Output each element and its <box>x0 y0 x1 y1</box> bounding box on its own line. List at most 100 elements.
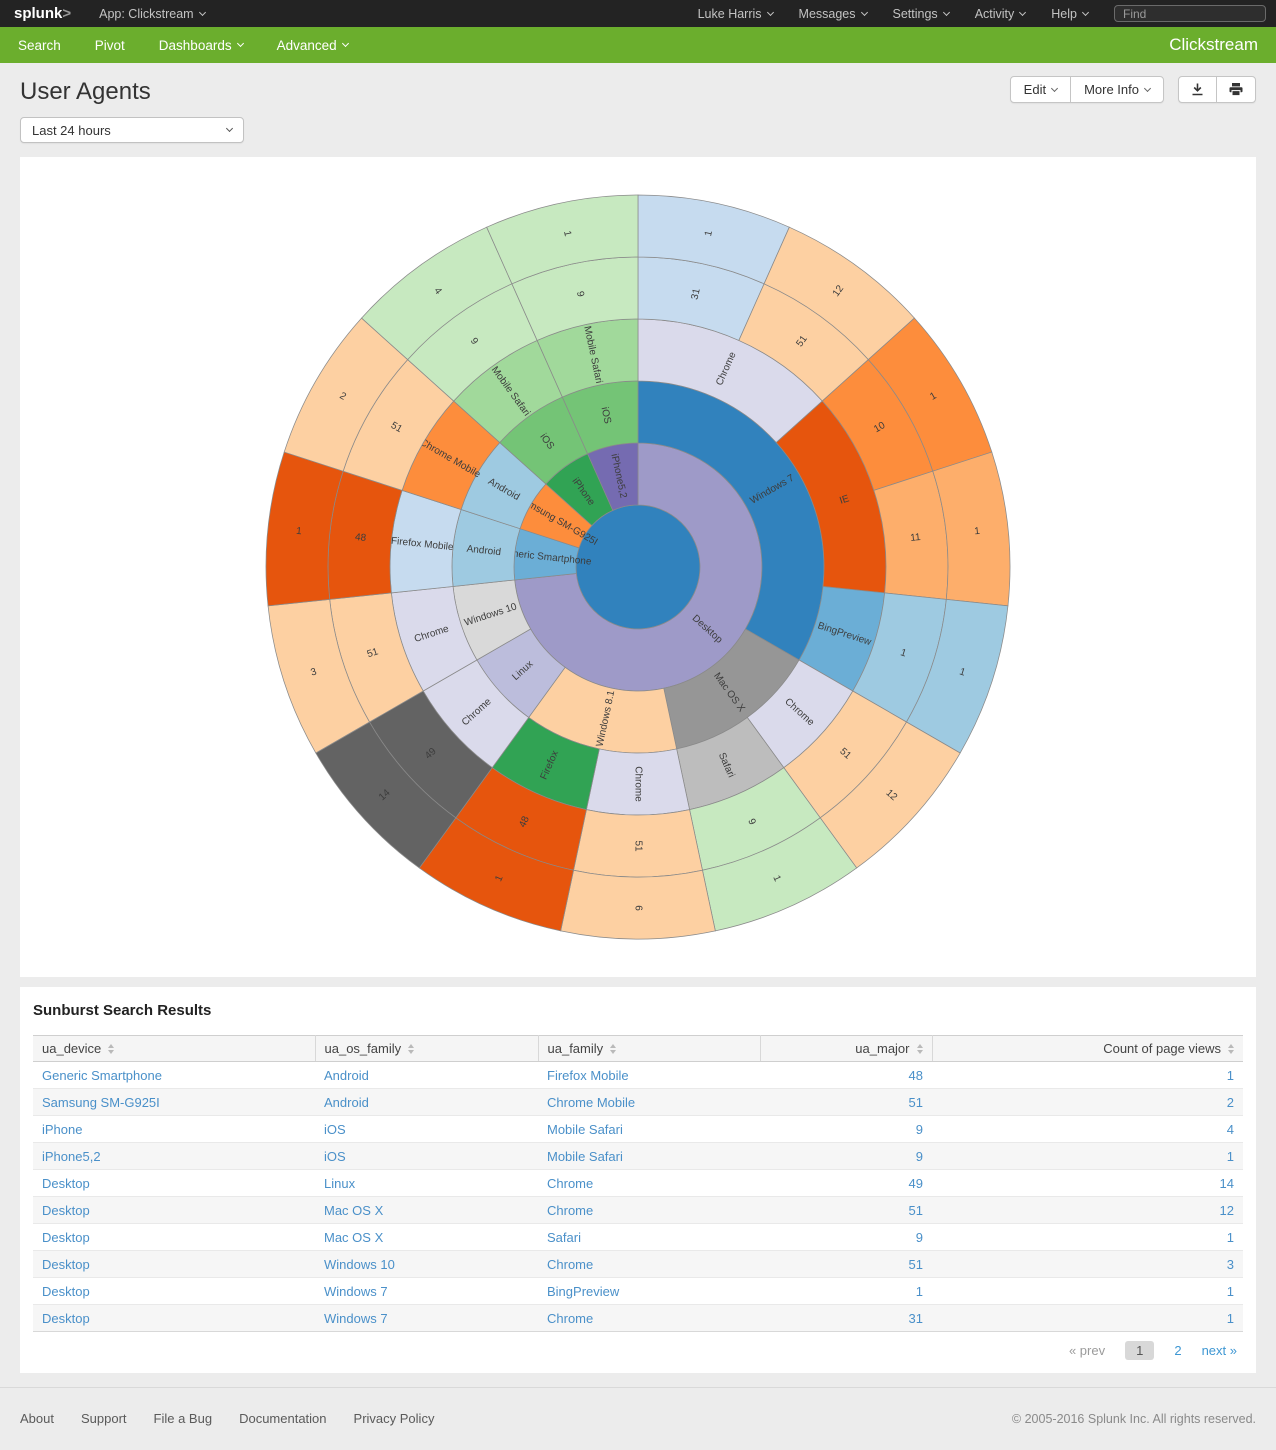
column-header-count[interactable]: Count of page views <box>932 1035 1243 1062</box>
column-header-ua-family[interactable]: ua_family <box>538 1035 761 1062</box>
table-cell-link[interactable]: Windows 7 <box>324 1311 388 1326</box>
table-cell-link[interactable]: 31 <box>909 1311 923 1326</box>
table-cell-link[interactable]: 1 <box>1227 1149 1234 1164</box>
table-cell: 1 <box>932 1304 1243 1332</box>
table-cell-link[interactable]: Chrome <box>547 1311 593 1326</box>
more-info-button[interactable]: More Info <box>1071 77 1163 102</box>
table-cell-link[interactable]: Desktop <box>42 1311 90 1326</box>
table-cell: Android <box>315 1061 538 1089</box>
table-cell: Mac OS X <box>315 1223 538 1251</box>
next-page-link[interactable]: next » <box>1202 1343 1237 1358</box>
current-page[interactable]: 1 <box>1125 1341 1155 1360</box>
footer-link-file-a-bug[interactable]: File a Bug <box>154 1411 213 1426</box>
nav-advanced[interactable]: Advanced <box>277 38 349 53</box>
help-menu[interactable]: Help <box>1051 7 1090 21</box>
nav-search[interactable]: Search <box>18 38 61 53</box>
column-header-ua-os-family[interactable]: ua_os_family <box>315 1035 539 1062</box>
table-cell-link[interactable]: 9 <box>916 1149 923 1164</box>
user-menu[interactable]: Luke Harris <box>698 7 774 21</box>
print-button[interactable] <box>1217 77 1255 102</box>
table-cell: iOS <box>315 1115 538 1143</box>
nav-pivot[interactable]: Pivot <box>95 38 125 53</box>
table-cell: Mobile Safari <box>538 1142 760 1170</box>
table-cell-link[interactable]: Mobile Safari <box>547 1122 623 1137</box>
table-cell: Chrome <box>538 1304 760 1332</box>
table-cell-link[interactable]: Desktop <box>42 1176 90 1191</box>
footer-link-about[interactable]: About <box>20 1411 54 1426</box>
page-2-link[interactable]: 2 <box>1174 1343 1181 1358</box>
table-cell-link[interactable]: 49 <box>909 1176 923 1191</box>
column-header-ua-device[interactable]: ua_device <box>33 1035 316 1062</box>
table-cell-link[interactable]: Windows 10 <box>324 1257 395 1272</box>
settings-menu[interactable]: Settings <box>893 7 950 21</box>
sunburst-root[interactable] <box>575 504 701 630</box>
table-cell-link[interactable]: 2 <box>1227 1095 1234 1110</box>
table-cell: Chrome Mobile <box>538 1088 760 1116</box>
table-cell: Desktop <box>33 1196 315 1224</box>
table-cell-link[interactable]: Chrome <box>547 1257 593 1272</box>
table-cell-link[interactable]: 1 <box>1227 1068 1234 1083</box>
footer-link-privacy-policy[interactable]: Privacy Policy <box>354 1411 435 1426</box>
table-cell-link[interactable]: 1 <box>1227 1311 1234 1326</box>
download-icon <box>1192 83 1203 96</box>
paginator: « prev 1 2 next » <box>33 1332 1243 1367</box>
table-cell-link[interactable]: Windows 7 <box>324 1284 388 1299</box>
table-cell-link[interactable]: Safari <box>547 1230 581 1245</box>
table-cell: Desktop <box>33 1169 315 1197</box>
table-cell-link[interactable]: Chrome Mobile <box>547 1095 635 1110</box>
table-cell-link[interactable]: Linux <box>324 1176 355 1191</box>
table-cell-link[interactable]: Generic Smartphone <box>42 1068 162 1083</box>
export-button[interactable] <box>1179 77 1217 102</box>
chevron-down-icon <box>225 124 234 133</box>
table-cell-link[interactable]: 1 <box>916 1284 923 1299</box>
table-cell-link[interactable]: 51 <box>909 1203 923 1218</box>
table-cell-link[interactable]: iOS <box>324 1122 346 1137</box>
table-cell-link[interactable]: 4 <box>1227 1122 1234 1137</box>
table-cell-link[interactable]: iOS <box>324 1149 346 1164</box>
splunk-logo[interactable]: splunk> <box>14 5 71 22</box>
nav-dashboards[interactable]: Dashboards <box>159 38 244 53</box>
table-cell-link[interactable]: 3 <box>1227 1257 1234 1272</box>
table-cell-link[interactable]: Mac OS X <box>324 1230 383 1245</box>
table-cell: Windows 7 <box>315 1304 538 1332</box>
find-input[interactable] <box>1114 5 1266 22</box>
time-range-picker[interactable]: Last 24 hours <box>20 117 244 143</box>
table-cell-link[interactable]: Chrome <box>547 1203 593 1218</box>
table-cell-link[interactable]: 48 <box>909 1068 923 1083</box>
edit-button[interactable]: Edit <box>1011 77 1072 102</box>
table-cell: 9 <box>760 1142 932 1170</box>
table-cell-link[interactable]: Android <box>324 1095 369 1110</box>
table-cell-link[interactable]: 1 <box>1227 1284 1234 1299</box>
messages-menu[interactable]: Messages <box>799 7 868 21</box>
activity-menu[interactable]: Activity <box>975 7 1027 21</box>
table-cell-link[interactable]: Firefox Mobile <box>547 1068 629 1083</box>
column-header-ua-major[interactable]: ua_major <box>760 1035 933 1062</box>
table-cell-link[interactable]: Desktop <box>42 1230 90 1245</box>
table-cell-link[interactable]: BingPreview <box>547 1284 619 1299</box>
table-cell-link[interactable]: 9 <box>916 1230 923 1245</box>
footer-link-documentation[interactable]: Documentation <box>239 1411 326 1426</box>
table-cell-link[interactable]: iPhone5,2 <box>42 1149 101 1164</box>
table-cell-link[interactable]: Desktop <box>42 1284 90 1299</box>
app-nav-bar: Search Pivot Dashboards Advanced Clickst… <box>0 27 1276 63</box>
table-cell-link[interactable]: Desktop <box>42 1203 90 1218</box>
table-cell: iOS <box>315 1142 538 1170</box>
table-cell-link[interactable]: 1 <box>1227 1230 1234 1245</box>
prev-page-link[interactable]: « prev <box>1069 1343 1105 1358</box>
table-cell-link[interactable]: Android <box>324 1068 369 1083</box>
table-cell-link[interactable]: Desktop <box>42 1257 90 1272</box>
table-cell-link[interactable]: 51 <box>909 1095 923 1110</box>
footer-link-support[interactable]: Support <box>81 1411 127 1426</box>
table-cell-link[interactable]: Samsung SM-G925I <box>42 1095 160 1110</box>
table-cell-link[interactable]: 14 <box>1220 1176 1234 1191</box>
table-cell-link[interactable]: 12 <box>1220 1203 1234 1218</box>
table-cell-link[interactable]: Mac OS X <box>324 1203 383 1218</box>
table-cell-link[interactable]: iPhone <box>42 1122 82 1137</box>
table-cell-link[interactable]: 51 <box>909 1257 923 1272</box>
table-cell-link[interactable]: 9 <box>916 1122 923 1137</box>
app-menu[interactable]: App: Clickstream <box>99 7 206 21</box>
table-cell-link[interactable]: Chrome <box>547 1176 593 1191</box>
table-cell-link[interactable]: Mobile Safari <box>547 1149 623 1164</box>
table-row: Desktop Mac OS X Chrome 51 12 <box>33 1196 1243 1224</box>
top-bar: splunk> App: Clickstream Luke Harris Mes… <box>0 0 1276 27</box>
